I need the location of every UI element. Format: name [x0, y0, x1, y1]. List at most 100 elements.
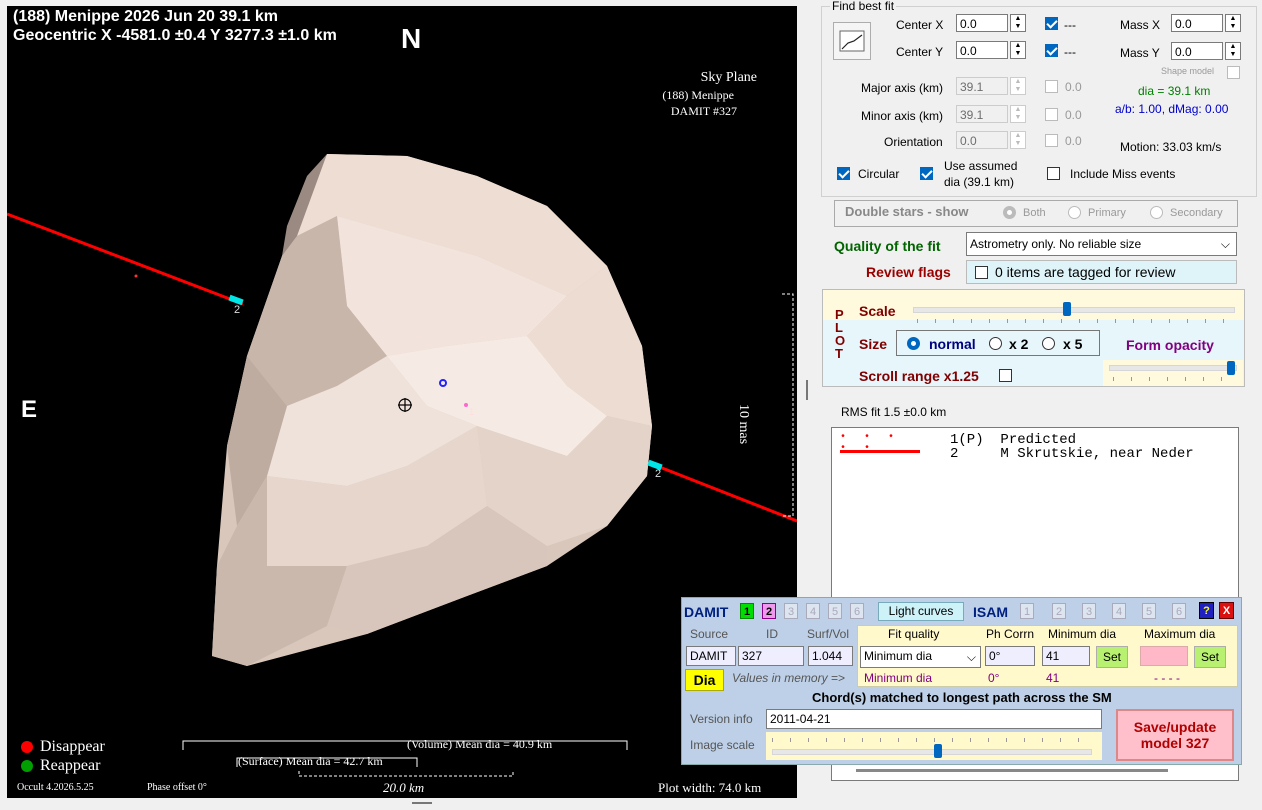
damit-model-3[interactable]: 3: [784, 603, 798, 619]
opacity-slider-thumb[interactable]: [1227, 361, 1235, 375]
surface-mean-label: (Surface) Mean dia = 42.7 km: [238, 754, 383, 768]
major-axis-unc: 0.0: [1065, 80, 1082, 94]
predicted-dot: [134, 274, 138, 278]
sky-plane-line1: Sky Plane: [700, 70, 757, 85]
scale-slider-thumb[interactable]: [1063, 302, 1071, 316]
set-min-dia-button[interactable]: Set: [1096, 646, 1128, 668]
max-dia-field[interactable]: [1140, 646, 1188, 666]
damit-model-2[interactable]: 2: [762, 603, 776, 619]
source-field: DAMIT: [686, 646, 736, 666]
close-button[interactable]: X: [1219, 602, 1234, 619]
size-x2-radio[interactable]: [989, 337, 1002, 350]
double-both-radio[interactable]: [1003, 206, 1016, 219]
orientation-spinner[interactable]: ▲ ▼: [1010, 131, 1026, 149]
help-button[interactable]: ?: [1199, 602, 1214, 619]
size-x5-label: x 5: [1063, 336, 1083, 352]
version-info-label: Version info: [690, 712, 753, 726]
center-x-input[interactable]: 0.0: [956, 14, 1008, 32]
dia-button[interactable]: Dia: [685, 669, 724, 691]
mem-fit-quality: Minimum dia: [864, 671, 933, 685]
list-item[interactable]: 2 M Skrutskie, near Neder: [950, 446, 1194, 462]
size-x5-radio[interactable]: [1042, 337, 1055, 350]
dia-text: dia = 39.1 km: [1138, 84, 1211, 98]
isam-model-6[interactable]: 6: [1172, 603, 1186, 619]
isam-model-1[interactable]: 1: [1020, 603, 1034, 619]
review-flags-text: 0 items are tagged for review: [995, 264, 1176, 280]
isam-model-3[interactable]: 3: [1082, 603, 1096, 619]
isam-model-2[interactable]: 2: [1052, 603, 1066, 619]
angular-scale-label: 10 mas: [736, 404, 751, 445]
fit-quality-select[interactable]: Minimum dia ⌵: [860, 646, 981, 668]
quality-select[interactable]: Astrometry only. No reliable size ⌵: [966, 232, 1237, 256]
fit-quality-header: Fit quality: [888, 627, 940, 641]
isam-model-5[interactable]: 5: [1142, 603, 1156, 619]
mass-x-spinner[interactable]: ▲ ▼: [1225, 14, 1241, 32]
damit-model-5[interactable]: 5: [828, 603, 842, 619]
set-max-dia-button[interactable]: Set: [1194, 646, 1226, 668]
save-update-model-button[interactable]: Save/update model 327: [1116, 709, 1234, 761]
light-curves-button[interactable]: Light curves: [878, 602, 964, 621]
damit-model-4[interactable]: 4: [806, 603, 820, 619]
legend-disappear: Disappear: [40, 738, 105, 755]
plot-options-group: PLOT Scale Size normal x 2 x 5 Form opac…: [822, 289, 1245, 387]
orientation-checkbox[interactable]: [1045, 134, 1058, 147]
plot-title-line1: (188) Menippe 2026 Jun 20 39.1 km: [13, 8, 279, 25]
chord-number-top: 2: [234, 304, 241, 316]
scale-slider-track[interactable]: [913, 307, 1235, 313]
chevron-down-icon: ⌵: [1220, 237, 1230, 251]
damit-model-6[interactable]: 6: [850, 603, 864, 619]
version-info-field[interactable]: 2011-04-21: [766, 709, 1102, 729]
image-scale-thumb[interactable]: [934, 744, 942, 758]
double-secondary-radio[interactable]: [1150, 206, 1163, 219]
minor-axis-label: Minor axis (km): [861, 109, 944, 123]
major-axis-spinner[interactable]: ▲ ▼: [1010, 77, 1026, 95]
sky-plane-plot[interactable]: (188) Menippe 2026 Jun 20 39.1 km Geocen…: [7, 6, 797, 798]
splitter-handle[interactable]: [806, 380, 808, 400]
review-flags-label: Review flags: [866, 264, 951, 280]
scroll-range-checkbox[interactable]: [999, 369, 1012, 382]
center-x-checkbox[interactable]: [1045, 17, 1058, 30]
center-y-label: Center Y: [896, 45, 944, 59]
fit-button[interactable]: [833, 22, 871, 60]
scale-label: Scale: [859, 303, 896, 319]
center-y-checkbox[interactable]: [1045, 44, 1058, 57]
list-hscrollbar[interactable]: [856, 769, 1168, 772]
east-label: E: [21, 396, 38, 423]
bottom-splitter-handle[interactable]: [412, 802, 432, 804]
review-flags-checkbox[interactable]: [975, 266, 988, 279]
mem-min-dia: 41: [1046, 671, 1060, 685]
version-label: Occult 4.2026.5.25: [17, 782, 94, 793]
orientation-input[interactable]: 0.0: [956, 131, 1008, 149]
isam-title: ISAM: [973, 604, 1008, 620]
mass-y-input[interactable]: 0.0: [1171, 42, 1223, 60]
ph-corr-field[interactable]: 0°: [985, 646, 1035, 666]
major-axis-input[interactable]: 39.1: [956, 77, 1008, 95]
image-scale-slider[interactable]: [766, 732, 1102, 760]
double-primary-radio[interactable]: [1068, 206, 1081, 219]
damit-model-1[interactable]: 1: [740, 603, 754, 619]
id-header: ID: [766, 627, 778, 641]
include-miss-checkbox[interactable]: [1047, 167, 1060, 180]
mass-y-label: Mass Y: [1120, 46, 1160, 60]
north-label: N: [401, 23, 422, 54]
major-axis-checkbox[interactable]: [1045, 80, 1058, 93]
fit-quality-value: Minimum dia: [864, 649, 933, 663]
size-normal-radio[interactable]: [907, 337, 920, 350]
min-dia-field[interactable]: 41: [1042, 646, 1090, 666]
center-y-input[interactable]: 0.0: [956, 41, 1008, 59]
opacity-slider-track[interactable]: [1109, 365, 1237, 371]
use-assumed-checkbox[interactable]: [920, 167, 933, 180]
disappear-dot: [21, 741, 33, 753]
legend-reappear: Reappear: [40, 757, 101, 774]
minor-axis-input[interactable]: 39.1: [956, 105, 1008, 123]
isam-model-4[interactable]: 4: [1112, 603, 1126, 619]
circular-checkbox[interactable]: [837, 167, 850, 180]
minor-axis-checkbox[interactable]: [1045, 108, 1058, 121]
center-x-spinner[interactable]: ▲ ▼: [1010, 14, 1026, 32]
mass-x-input[interactable]: 0.0: [1171, 14, 1223, 32]
minor-axis-spinner[interactable]: ▲ ▼: [1010, 105, 1026, 123]
center-y-spinner[interactable]: ▲ ▼: [1010, 41, 1026, 59]
km-scale-bar: [298, 771, 514, 777]
shape-model-checkbox[interactable]: [1227, 66, 1240, 79]
mass-y-spinner[interactable]: ▲ ▼: [1225, 42, 1241, 60]
